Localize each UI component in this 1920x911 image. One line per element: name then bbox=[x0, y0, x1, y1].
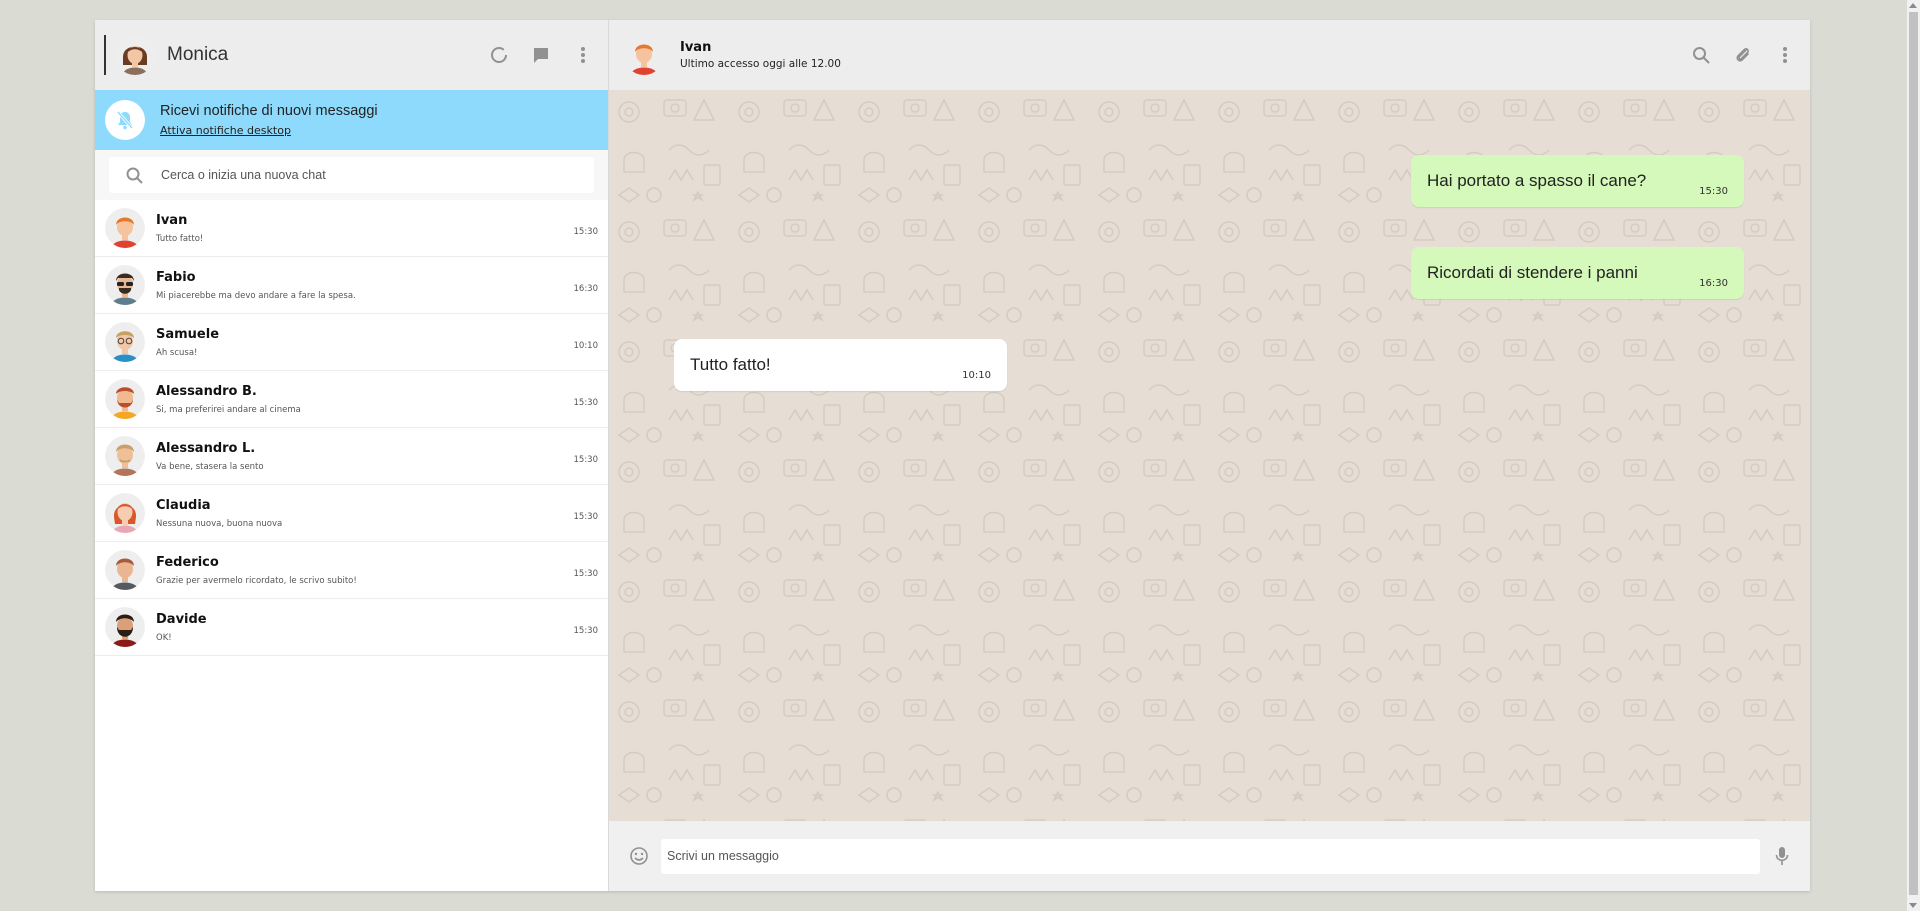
contact-name: Samuele bbox=[156, 326, 220, 342]
last-message: Va bene, stasera la sento bbox=[156, 461, 264, 472]
sidebar: Monica Ricevi notifiche di nuovi messagg… bbox=[95, 20, 609, 891]
notification-banner: Ricevi notifiche di nuovi messaggi Attiv… bbox=[95, 90, 608, 150]
status-icon[interactable] bbox=[484, 40, 514, 70]
message-time: 10:10 bbox=[962, 370, 991, 381]
avatar bbox=[105, 379, 145, 419]
chat-item-davide[interactable]: Davide OK! 15:30 bbox=[95, 599, 608, 656]
message-time: 15:30 bbox=[573, 512, 599, 522]
chat-item-alessandro-b[interactable]: Alessandro B. Si, ma preferirei andare a… bbox=[95, 371, 608, 428]
last-seen-status: Ultimo accesso oggi alle 12.00 bbox=[680, 58, 841, 70]
menu-icon[interactable] bbox=[568, 40, 598, 70]
message-area[interactable]: Hai portato a spasso il cane? 15:30 Rico… bbox=[609, 90, 1810, 821]
message-bubble-received[interactable]: Tutto fatto! 10:10 bbox=[674, 339, 1007, 391]
contact-name: Federico bbox=[156, 554, 219, 570]
sidebar-header: Monica bbox=[95, 20, 608, 90]
contact-name: Ivan bbox=[680, 40, 712, 55]
last-message: Si, ma preferirei andare al cinema bbox=[156, 404, 301, 415]
message-time: 15:30 bbox=[573, 227, 599, 237]
chat-item-alessandro-l[interactable]: Alessandro L. Va bene, stasera la sento … bbox=[95, 428, 608, 485]
contact-name: Davide bbox=[156, 611, 207, 627]
message-time: 15:30 bbox=[1699, 186, 1728, 197]
message-time: 15:30 bbox=[573, 626, 599, 636]
contact-name: Claudia bbox=[156, 497, 211, 513]
enable-desktop-notifications-link[interactable]: Attiva notifiche desktop bbox=[160, 124, 291, 137]
message-time: 10:10 bbox=[573, 341, 599, 351]
scroll-up-arrow[interactable] bbox=[1909, 3, 1917, 8]
avatar bbox=[105, 550, 145, 590]
search-icon bbox=[109, 167, 159, 184]
chat-item-claudia[interactable]: Claudia Nessuna nuova, buona nuova 15:30 bbox=[95, 485, 608, 542]
search-input[interactable] bbox=[159, 167, 594, 183]
bell-off-icon bbox=[105, 100, 145, 140]
last-message: Ah scusa! bbox=[156, 347, 198, 358]
search-box bbox=[109, 157, 594, 193]
mic-icon[interactable] bbox=[1772, 846, 1792, 866]
emoji-icon[interactable] bbox=[629, 846, 649, 866]
chat-list: Ivan Tutto fatto! 15:30 Fabio Mi piacere… bbox=[95, 200, 608, 891]
avatar bbox=[105, 208, 145, 248]
last-message: Tutto fatto! bbox=[156, 233, 204, 244]
avatar bbox=[105, 493, 145, 533]
message-text: Hai portato a spasso il cane? bbox=[1427, 171, 1647, 190]
message-time: 16:30 bbox=[1699, 278, 1728, 289]
avatar bbox=[105, 322, 145, 362]
chat-item-fabio[interactable]: Fabio Mi piacerebbe ma devo andare a far… bbox=[95, 257, 608, 314]
menu-icon[interactable] bbox=[1770, 40, 1800, 70]
message-time: 15:30 bbox=[573, 455, 599, 465]
notification-title: Ricevi notifiche di nuovi messaggi bbox=[160, 102, 378, 119]
contact-name: Alessandro L. bbox=[156, 440, 256, 456]
chat-icon[interactable] bbox=[526, 40, 556, 70]
conversation-panel: Ivan Ultimo accesso oggi alle 12.00 Hai … bbox=[609, 20, 1810, 891]
message-bubble-sent[interactable]: Ricordati di stendere i panni 16:30 bbox=[1411, 247, 1744, 299]
my-avatar[interactable] bbox=[115, 35, 155, 75]
scrollbar-thumb[interactable] bbox=[1909, 12, 1918, 895]
search-icon[interactable] bbox=[1686, 40, 1716, 70]
chat-item-samuele[interactable]: Samuele Ah scusa! 10:10 bbox=[95, 314, 608, 371]
avatar bbox=[105, 607, 145, 647]
message-text: Ricordati di stendere i panni bbox=[1427, 263, 1638, 282]
last-message: Nessuna nuova, buona nuova bbox=[156, 518, 283, 529]
message-time: 15:30 bbox=[573, 398, 599, 408]
last-message: Grazie per avermelo ricordato, le scrivo… bbox=[156, 575, 357, 586]
chat-item-ivan[interactable]: Ivan Tutto fatto! 15:30 bbox=[95, 200, 608, 257]
avatar bbox=[105, 265, 145, 305]
message-time: 15:30 bbox=[573, 569, 599, 579]
message-input[interactable] bbox=[661, 838, 1760, 874]
contact-avatar[interactable] bbox=[624, 35, 664, 75]
whatsapp-app: Monica Ricevi notifiche di nuovi messagg… bbox=[95, 20, 1810, 891]
contact-name: Fabio bbox=[156, 269, 196, 285]
message-bubble-sent[interactable]: Hai portato a spasso il cane? 15:30 bbox=[1411, 155, 1744, 207]
page-scrollbar[interactable] bbox=[1907, 0, 1920, 911]
chat-item-federico[interactable]: Federico Grazie per avermelo ricordato, … bbox=[95, 542, 608, 599]
contact-name: Ivan bbox=[156, 212, 188, 228]
message-composer bbox=[609, 821, 1810, 891]
message-text: Tutto fatto! bbox=[690, 355, 771, 374]
last-message: Mi piacerebbe ma devo andare a fare la s… bbox=[156, 290, 356, 301]
last-message: OK! bbox=[156, 632, 172, 643]
scroll-down-arrow[interactable] bbox=[1909, 903, 1917, 908]
message-time: 16:30 bbox=[573, 284, 599, 294]
avatar bbox=[105, 436, 145, 476]
my-name: Monica bbox=[167, 44, 229, 65]
conversation-header: Ivan Ultimo accesso oggi alle 12.00 bbox=[609, 20, 1810, 90]
text-cursor-bar bbox=[104, 35, 106, 75]
attach-icon[interactable] bbox=[1728, 40, 1758, 70]
search-area bbox=[95, 150, 608, 200]
contact-name: Alessandro B. bbox=[156, 383, 257, 399]
